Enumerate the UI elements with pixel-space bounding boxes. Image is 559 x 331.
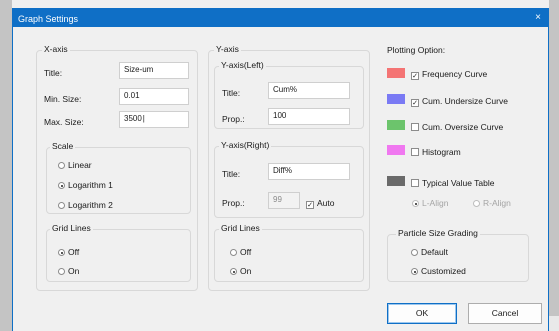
ok-button[interactable]: OK: [387, 303, 457, 324]
r-align-radio[interactable]: R-Align: [473, 198, 511, 208]
particle-size-grading-legend: Particle Size Grading: [396, 228, 480, 238]
scale-linear-radio-dot: [58, 162, 65, 169]
l-align-radio-dot: [412, 200, 419, 207]
cum-undersize-swatch[interactable]: [387, 94, 405, 104]
y-grid-off-radio[interactable]: Off: [230, 247, 251, 257]
scale-log1-label: Logarithm 1: [68, 180, 113, 190]
grading-default-radio-dot: [411, 249, 418, 256]
x-grid-legend: Grid Lines: [50, 223, 93, 233]
x-grid-on-label: On: [68, 266, 80, 276]
cum-undersize-check-icon: ✓: [411, 99, 419, 107]
x-axis-legend: X-axis: [42, 44, 70, 54]
y-grid-on-radio-dot: [230, 268, 237, 275]
y-grid-on-radio[interactable]: On: [230, 266, 251, 276]
max-size-label: Max. Size:: [44, 117, 84, 127]
r-align-label: R-Align: [483, 198, 511, 208]
y-right-auto-check-icon: ✓: [306, 201, 314, 209]
histogram-check-icon: [411, 148, 419, 156]
frequency-curve-swatch[interactable]: [387, 68, 405, 78]
y-left-prop-label: Prop.:: [222, 114, 245, 124]
scale-linear-radio[interactable]: Linear: [58, 160, 92, 170]
cum-oversize-checkbox[interactable]: Cum. Oversize Curve: [411, 122, 503, 132]
histogram-checkbox[interactable]: Histogram: [411, 147, 461, 157]
x-grid-off-radio-dot: [58, 249, 65, 256]
histogram-swatch[interactable]: [387, 145, 405, 155]
l-align-radio[interactable]: L-Align: [412, 198, 448, 208]
y-right-auto-checkbox[interactable]: ✓ Auto: [306, 198, 335, 209]
frequency-curve-check-icon: ✓: [411, 72, 419, 80]
y-grid-off-radio-dot: [230, 249, 237, 256]
grading-customized-radio[interactable]: Customized: [411, 266, 466, 276]
histogram-label: Histogram: [422, 147, 461, 157]
typical-value-table-label: Typical Value Table: [422, 178, 495, 188]
cum-oversize-swatch[interactable]: [387, 120, 405, 130]
cum-undersize-label: Cum. Undersize Curve: [422, 96, 508, 106]
x-title-label: Title:: [44, 68, 63, 78]
y-grid-off-label: Off: [240, 247, 252, 257]
typical-value-table-swatch[interactable]: [387, 176, 405, 186]
y-right-title-input[interactable]: Diff%: [268, 163, 350, 180]
grading-default-label: Default: [421, 247, 448, 257]
plotting-option-label: Plotting Option:: [387, 45, 446, 55]
y-axis-legend: Y-axis: [214, 44, 241, 54]
cum-oversize-label: Cum. Oversize Curve: [422, 122, 504, 132]
scale-log1-radio[interactable]: Logarithm 1: [58, 180, 113, 190]
y-left-legend: Y-axis(Left): [219, 60, 266, 70]
y-left-prop-input[interactable]: 100: [268, 108, 350, 125]
cancel-button[interactable]: Cancel: [468, 303, 542, 324]
right-edge: [549, 0, 559, 331]
scale-linear-label: Linear: [68, 160, 92, 170]
scale-log1-radio-dot: [58, 182, 65, 189]
x-grid-on-radio[interactable]: On: [58, 266, 79, 276]
frequency-curve-label: Frequency Curve: [422, 69, 488, 79]
frequency-curve-checkbox[interactable]: ✓ Frequency Curve: [411, 69, 487, 80]
y-left-title-label: Title:: [222, 88, 241, 98]
y-grid-legend: Grid Lines: [219, 223, 262, 233]
y-left-title-input[interactable]: Cum%: [268, 82, 350, 99]
l-align-label: L-Align: [422, 198, 449, 208]
cum-undersize-checkbox[interactable]: ✓ Cum. Undersize Curve: [411, 96, 508, 107]
scale-log2-radio-dot: [58, 202, 65, 209]
typical-value-table-checkbox[interactable]: Typical Value Table: [411, 178, 494, 188]
scale-log2-radio[interactable]: Logarithm 2: [58, 200, 113, 210]
min-size-input[interactable]: 0.01: [119, 88, 189, 105]
dialog-title: Graph Settings: [18, 14, 79, 24]
x-grid-off-radio[interactable]: Off: [58, 247, 79, 257]
y-grid-on-label: On: [240, 266, 252, 276]
x-grid-off-label: Off: [68, 247, 80, 257]
close-icon[interactable]: ×: [535, 12, 541, 23]
y-right-title-label: Title:: [222, 169, 241, 179]
min-size-label: Min. Size:: [44, 94, 82, 104]
y-right-prop-label: Prop.:: [222, 198, 245, 208]
grading-customized-radio-dot: [411, 268, 418, 275]
scale-log2-label: Logarithm 2: [68, 200, 113, 210]
grading-customized-label: Customized: [421, 266, 466, 276]
y-right-auto-label: Auto: [317, 198, 335, 208]
scale-legend: Scale: [50, 141, 76, 151]
grading-default-radio[interactable]: Default: [411, 247, 448, 257]
left-edge: [0, 0, 12, 331]
max-size-input[interactable]: 3500: [119, 111, 189, 128]
cum-oversize-check-icon: [411, 123, 419, 131]
title-bar[interactable]: Graph Settings ×: [12, 8, 549, 27]
y-right-legend: Y-axis(Right): [219, 140, 272, 150]
bottom-right-corner: [549, 316, 559, 331]
x-grid-on-radio-dot: [58, 268, 65, 275]
y-right-prop-input[interactable]: 99: [268, 192, 300, 209]
r-align-radio-dot: [473, 200, 480, 207]
typical-value-table-check-icon: [411, 179, 419, 187]
x-title-input[interactable]: Size-um: [119, 62, 189, 79]
max-size-value: 3500: [124, 114, 145, 123]
